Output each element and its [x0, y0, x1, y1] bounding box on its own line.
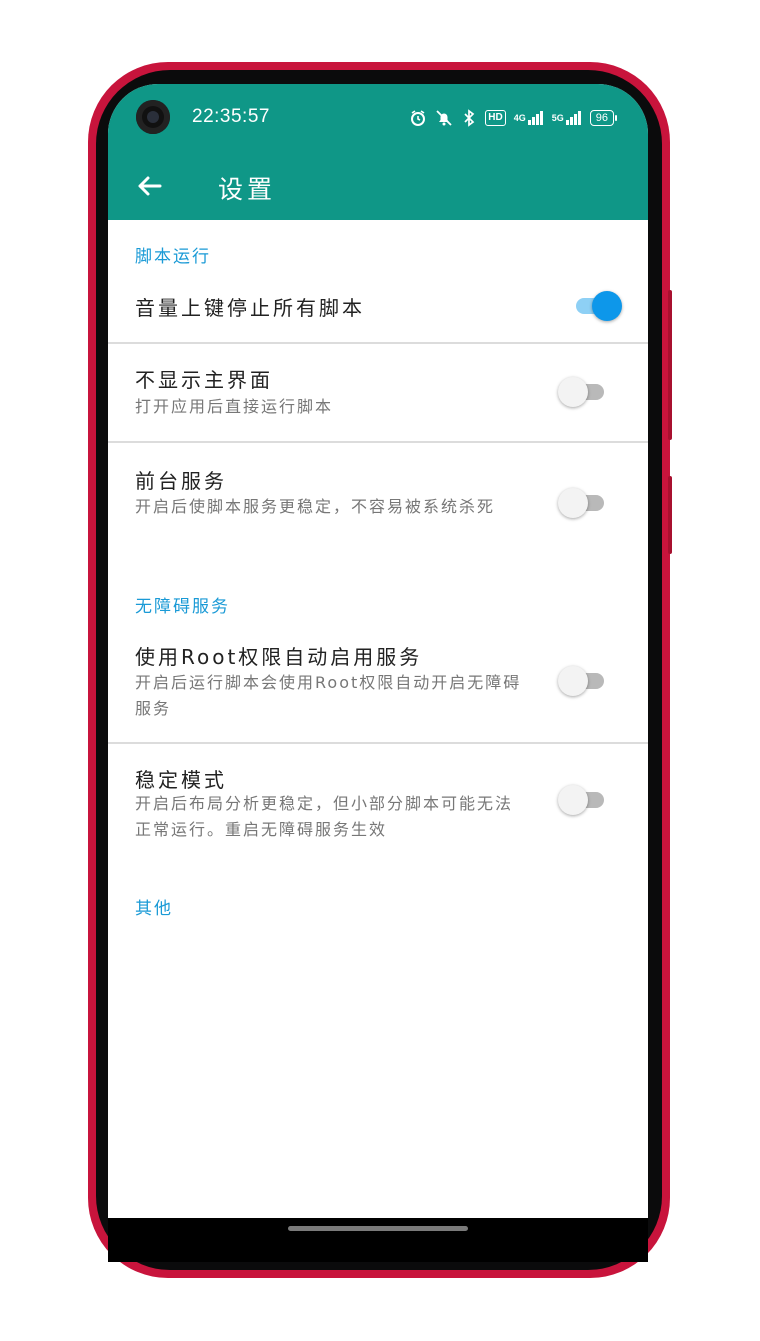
signal-5g-icon: 5G [552, 111, 582, 125]
setting-foreground-service[interactable]: 前台服务 开启后使脚本服务更稳定，不容易被系统杀死 [108, 443, 648, 553]
app-bar: 设置 [108, 152, 648, 220]
section-header-other: 其他 [135, 899, 173, 919]
battery-icon: 96 [589, 110, 618, 126]
setting-title: 前台服务 [135, 469, 227, 493]
power-button [668, 476, 672, 554]
setting-summary: 开启后使脚本服务更稳定，不容易被系统杀死 [135, 497, 496, 516]
signal-4g-icon: 4G [514, 111, 544, 125]
root-auto-enable-switch[interactable] [558, 663, 610, 699]
bluetooth-icon [461, 109, 477, 127]
foreground-service-switch[interactable] [558, 485, 610, 521]
setting-summary: 开启后布局分析更稳定，但小部分脚本可能无法正常运行。重启无障碍服务生效 [135, 794, 514, 839]
home-indicator[interactable] [288, 1226, 468, 1231]
volume-stop-switch[interactable] [570, 288, 622, 324]
section-header-accessibility: 无障碍服务 [135, 597, 230, 617]
setting-title: 不显示主界面 [135, 368, 273, 392]
alarm-icon [409, 109, 427, 127]
front-camera [136, 100, 170, 134]
setting-summary: 开启后运行脚本会使用Root权限自动开启无障碍服务 [135, 673, 522, 718]
mute-bell-icon [435, 109, 453, 127]
status-icons: HD 4G 5G 96 [409, 106, 618, 130]
hide-main-ui-switch[interactable] [558, 374, 610, 410]
screen: 22:35:57 HD 4G 5G 96 设置 脚本运行 音量上键停止所有脚本 … [108, 84, 648, 1218]
setting-summary: 打开应用后直接运行脚本 [135, 397, 334, 416]
setting-title: 音量上键停止所有脚本 [135, 296, 365, 320]
network-4g-label: 4G [513, 113, 526, 123]
setting-title: 使用Root权限自动启用服务 [135, 645, 423, 669]
stable-mode-switch[interactable] [558, 782, 610, 818]
back-arrow-icon[interactable] [130, 166, 170, 206]
network-5g-label: 5G [551, 113, 564, 123]
setting-hide-main-ui[interactable]: 不显示主界面 打开应用后直接运行脚本 [108, 344, 648, 442]
page-title: 设置 [218, 175, 277, 204]
hd-icon: HD [485, 110, 506, 126]
status-bar: 22:35:57 HD 4G 5G 96 [108, 84, 648, 152]
setting-title: 稳定模式 [135, 768, 227, 792]
setting-volume-stop[interactable]: 音量上键停止所有脚本 [108, 271, 648, 343]
setting-stable-mode[interactable]: 稳定模式 开启后布局分析更稳定，但小部分脚本可能无法正常运行。重启无障碍服务生效 [108, 744, 648, 864]
section-header-script-run: 脚本运行 [135, 247, 211, 267]
navigation-bar [108, 1218, 648, 1262]
status-time: 22:35:57 [192, 106, 270, 127]
volume-button [668, 290, 672, 440]
setting-root-auto-enable[interactable]: 使用Root权限自动启用服务 开启后运行脚本会使用Root权限自动开启无障碍服务 [108, 622, 648, 742]
